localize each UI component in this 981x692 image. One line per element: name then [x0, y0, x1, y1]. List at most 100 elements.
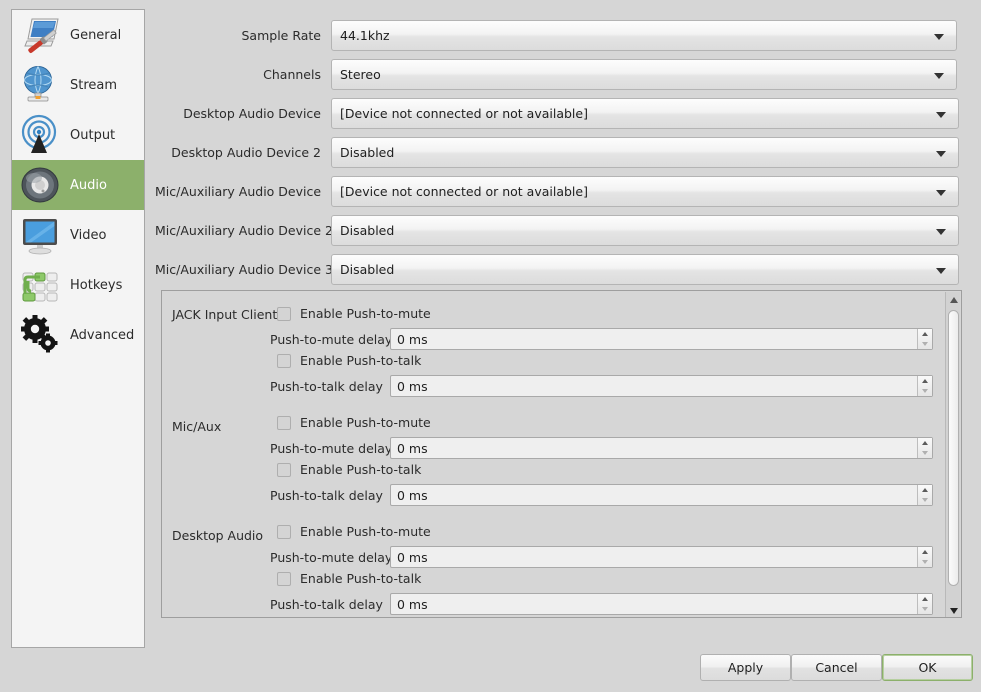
stepper-down-button[interactable] [918, 386, 932, 396]
apply-button[interactable]: Apply [700, 654, 791, 681]
caret-up-icon [922, 379, 928, 383]
dropdown-value: Disabled [340, 262, 395, 277]
desktop-audio-push-to-mute-delay-spinbox[interactable]: 0 ms [390, 546, 933, 568]
audio-icon [18, 163, 62, 207]
spinbox-stepper[interactable] [917, 376, 932, 396]
desktop-audio-push-to-talk-checkbox-row[interactable]: Enable Push-to-talk [277, 571, 421, 586]
button-label: Apply [727, 660, 764, 675]
mic-aux-audio-device-dropdown[interactable]: [Device not connected or not available] [331, 176, 959, 207]
jack-push-to-mute-delay-spinbox[interactable]: 0 ms [390, 328, 933, 350]
ok-button[interactable]: OK [882, 654, 973, 681]
field-mic-aux-audio-device-3: Mic/Auxiliary Audio Device 3 Disabled [155, 254, 959, 285]
group-label-mic-aux: Mic/Aux [172, 419, 222, 434]
sidebar-item-hotkeys[interactable]: Hotkeys [12, 260, 144, 310]
spinbox-stepper[interactable] [917, 329, 932, 349]
dropdown-value: Disabled [340, 145, 395, 160]
cancel-button[interactable]: Cancel [791, 654, 882, 681]
stepper-down-button[interactable] [918, 448, 932, 458]
sidebar-item-audio[interactable]: Audio [12, 160, 144, 210]
group-label-jack-input-client: JACK Input Client [172, 307, 278, 322]
sidebar-item-general[interactable]: General [12, 10, 144, 60]
checkbox-label: Enable Push-to-mute [300, 524, 431, 539]
desktop-audio-device-2-dropdown[interactable]: Disabled [331, 137, 959, 168]
scrollbar-thumb[interactable] [948, 310, 959, 586]
mic-aux-audio-device-2-dropdown[interactable]: Disabled [331, 215, 959, 246]
stepper-up-button[interactable] [918, 376, 932, 386]
field-mic-aux-audio-device: Mic/Auxiliary Audio Device [Device not c… [155, 176, 959, 207]
chevron-down-icon [936, 150, 946, 157]
caret-up-icon [922, 488, 928, 492]
chevron-down-icon [936, 267, 946, 274]
caret-down-icon [922, 389, 928, 393]
dropdown-value: 44.1khz [340, 28, 390, 43]
scroll-up-button[interactable] [946, 292, 961, 307]
checkbox[interactable] [277, 462, 291, 477]
spinbox-stepper[interactable] [917, 547, 932, 567]
caret-down-icon [949, 607, 958, 614]
sample-rate-dropdown[interactable]: 44.1khz [331, 20, 957, 51]
stepper-down-button[interactable] [918, 495, 932, 505]
field-desktop-audio-device-2: Desktop Audio Device 2 Disabled [155, 137, 959, 168]
sidebar-item-advanced[interactable]: Advanced [12, 310, 144, 360]
stepper-up-button[interactable] [918, 438, 932, 448]
desktop-audio-push-to-mute-delay-row: Push-to-mute delay 0 ms [270, 546, 933, 568]
caret-down-icon [922, 560, 928, 564]
stepper-down-button[interactable] [918, 557, 932, 567]
dropdown-value: [Device not connected or not available] [340, 184, 588, 199]
spinbox-value: 0 ms [397, 440, 428, 456]
stepper-up-button[interactable] [918, 594, 932, 604]
checkbox[interactable] [277, 571, 291, 586]
general-icon [18, 13, 62, 57]
stepper-down-button[interactable] [918, 339, 932, 349]
stepper-up-button[interactable] [918, 485, 932, 495]
jack-push-to-talk-checkbox-row[interactable]: Enable Push-to-talk [277, 353, 421, 368]
mic-aux-push-to-talk-delay-spinbox[interactable]: 0 ms [390, 484, 933, 506]
sidebar-item-label: Video [70, 227, 107, 243]
checkbox[interactable] [277, 524, 291, 539]
advanced-icon [18, 313, 62, 357]
settings-window: General Stream Output Audio Video Hotkey… [0, 0, 981, 692]
spinbox-stepper[interactable] [917, 594, 932, 614]
channels-dropdown[interactable]: Stereo [331, 59, 957, 90]
sidebar-item-video[interactable]: Video [12, 210, 144, 260]
spinbox-value: 0 ms [397, 378, 428, 394]
mic-aux-push-to-talk-checkbox-row[interactable]: Enable Push-to-talk [277, 462, 421, 477]
field-channels: Channels Stereo [155, 59, 957, 90]
delay-label: Push-to-talk delay [270, 487, 383, 503]
mic-aux-push-to-mute-delay-row: Push-to-mute delay 0 ms [270, 437, 933, 459]
desktop-audio-device-dropdown[interactable]: [Device not connected or not available] [331, 98, 959, 129]
jack-push-to-mute-checkbox-row[interactable]: Enable Push-to-mute [277, 306, 431, 321]
delay-label: Push-to-talk delay [270, 596, 383, 612]
field-label: Sample Rate [241, 28, 321, 43]
checkbox[interactable] [277, 415, 291, 430]
hotkeys-icon [18, 263, 62, 307]
settings-sidebar: General Stream Output Audio Video Hotkey… [11, 9, 145, 648]
mic-aux-audio-device-3-dropdown[interactable]: Disabled [331, 254, 959, 285]
push-to-talk-panel: JACK Input Client Enable Push-to-mute Pu… [161, 290, 962, 618]
dropdown-value: Disabled [340, 223, 395, 238]
stepper-down-button[interactable] [918, 604, 932, 614]
checkbox[interactable] [277, 353, 291, 368]
field-mic-aux-audio-device-2: Mic/Auxiliary Audio Device 2 Disabled [155, 215, 959, 246]
sidebar-item-output[interactable]: Output [12, 110, 144, 160]
desktop-audio-push-to-talk-delay-spinbox[interactable]: 0 ms [390, 593, 933, 615]
sidebar-item-label: Audio [70, 177, 107, 193]
jack-push-to-mute-delay-row: Push-to-mute delay 0 ms [270, 328, 933, 350]
desktop-audio-push-to-mute-checkbox-row[interactable]: Enable Push-to-mute [277, 524, 431, 539]
mic-aux-push-to-mute-delay-spinbox[interactable]: 0 ms [390, 437, 933, 459]
chevron-down-icon [934, 72, 944, 79]
sidebar-item-stream[interactable]: Stream [12, 60, 144, 110]
stepper-up-button[interactable] [918, 329, 932, 339]
dropdown-value: Stereo [340, 67, 381, 82]
scroll-down-button[interactable] [946, 603, 961, 617]
panel-vertical-scrollbar[interactable] [945, 292, 961, 617]
stepper-up-button[interactable] [918, 547, 932, 557]
spinbox-stepper[interactable] [917, 438, 932, 458]
mic-aux-push-to-mute-checkbox-row[interactable]: Enable Push-to-mute [277, 415, 431, 430]
jack-push-to-talk-delay-spinbox[interactable]: 0 ms [390, 375, 933, 397]
delay-label: Push-to-mute delay [270, 331, 393, 347]
checkbox[interactable] [277, 306, 291, 321]
field-desktop-audio-device: Desktop Audio Device [Device not connect… [155, 98, 959, 129]
spinbox-stepper[interactable] [917, 485, 932, 505]
group-label-desktop-audio: Desktop Audio [172, 528, 264, 543]
